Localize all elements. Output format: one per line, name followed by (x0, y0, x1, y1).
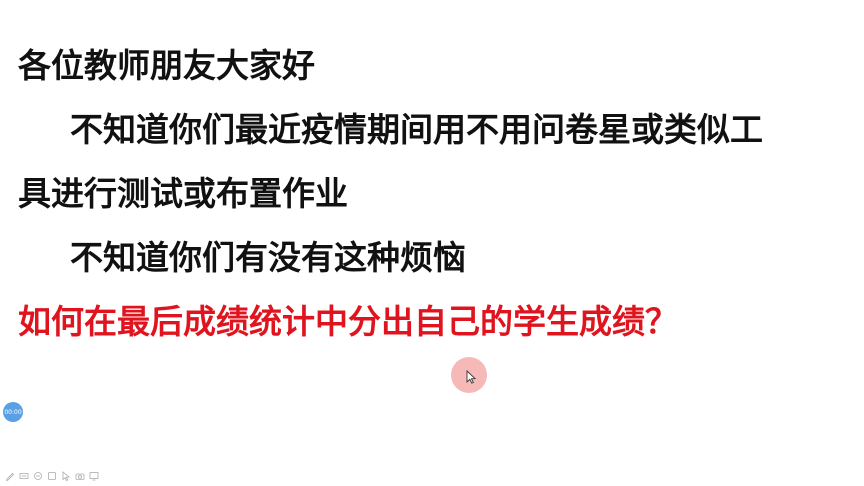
question-line-1-continued: 具进行测试或布置作业 (18, 174, 348, 213)
pointer-icon[interactable] (61, 471, 71, 481)
greeting-line: 各位教师朋友大家好 (18, 46, 315, 85)
eraser-icon[interactable] (33, 471, 43, 481)
pen-icon[interactable] (5, 471, 15, 481)
annotation-toolbar (5, 470, 99, 482)
mouse-pointer-icon (466, 370, 476, 384)
question-line-2: 不知道你们有没有这种烦恼 (70, 238, 466, 277)
recording-timer-badge[interactable]: 00:00 (3, 402, 23, 422)
highlighter-icon[interactable] (19, 471, 29, 481)
camera-icon[interactable] (75, 471, 85, 481)
shape-icon[interactable] (47, 471, 57, 481)
question-line-1: 不知道你们最近疫情期间用不用问卷星或类似工 (70, 110, 763, 149)
presentation-slide: 各位教师朋友大家好 不知道你们最近疫情期间用不用问卷星或类似工 具进行测试或布置… (0, 0, 864, 486)
screen-icon[interactable] (89, 471, 99, 481)
highlighted-question: 如何在最后成绩统计中分出自己的学生成绩？ (18, 302, 678, 341)
